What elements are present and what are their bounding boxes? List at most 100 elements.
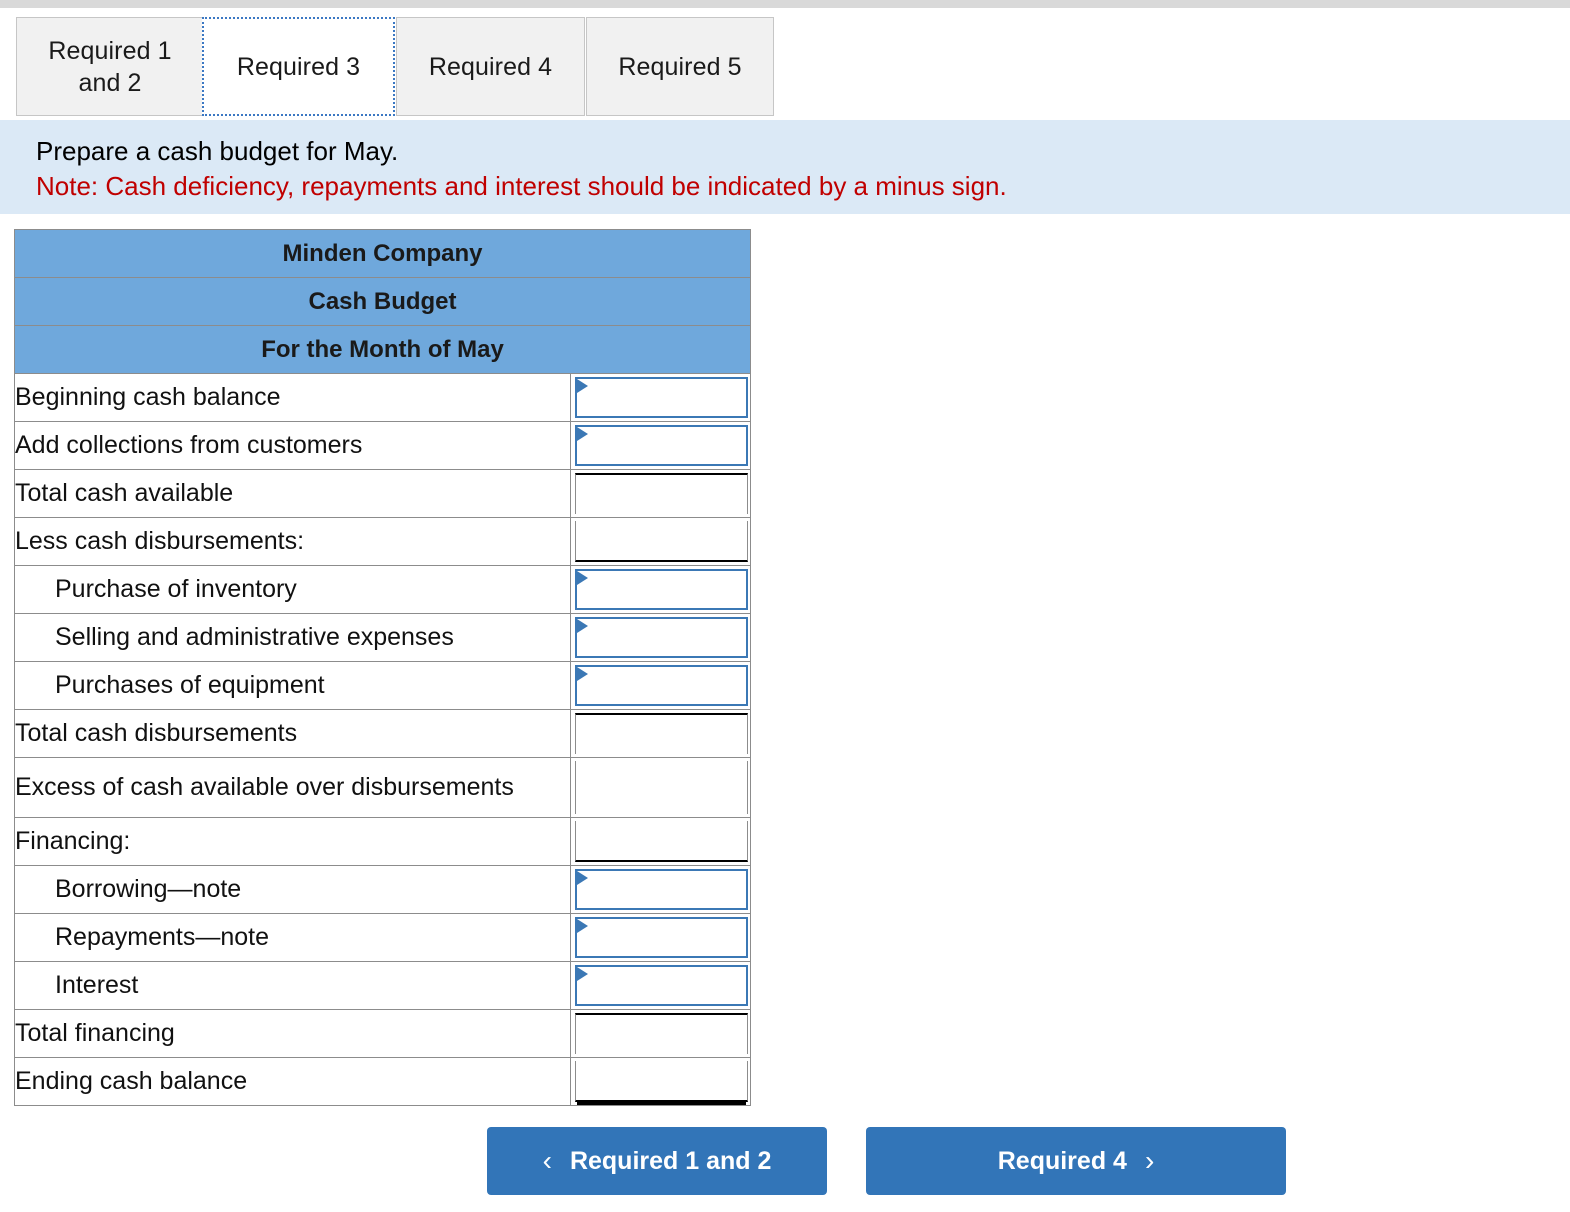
amount-input[interactable] — [575, 569, 749, 610]
row-label: Purchase of inventory — [14, 565, 571, 614]
prev-required-label: Required 1 and 2 — [569, 1146, 772, 1175]
amount-input[interactable] — [575, 965, 749, 1006]
amount-value — [577, 667, 746, 675]
next-required-button[interactable]: Required 4 › — [866, 1127, 1286, 1195]
computed-amount — [575, 473, 749, 514]
amount-value — [576, 761, 747, 769]
row-value-cell — [569, 1009, 752, 1058]
row-label: Ending cash balance — [14, 1057, 571, 1106]
table-header-row: Cash Budget — [13, 277, 752, 326]
tab-required-5[interactable]: Required 5 — [586, 17, 774, 116]
table-row: Purchase of inventory — [14, 565, 752, 614]
row-value-cell — [569, 517, 752, 566]
tab-required-1-and-2[interactable]: Required 1 and 2 — [16, 17, 204, 116]
computed-amount — [575, 821, 749, 862]
tab-bar: Required 1 and 2 Required 3 Required 4 R… — [0, 17, 1570, 120]
top-gray-strip — [0, 0, 1570, 8]
table-title-line: Cash Budget — [13, 277, 752, 326]
cash-budget-table: Minden Company Cash Budget For the Month o… — [13, 229, 752, 1106]
amount-input[interactable] — [575, 425, 749, 466]
cell-marker-icon — [577, 619, 588, 633]
table-row: Interest — [14, 961, 752, 1010]
row-label: Financing: — [14, 817, 571, 866]
amount-input[interactable] — [575, 617, 749, 658]
table-row: Purchases of equipment — [14, 661, 752, 710]
row-label: Beginning cash balance — [14, 373, 571, 422]
row-value-cell[interactable] — [569, 565, 752, 614]
row-value-cell[interactable] — [569, 865, 752, 914]
amount-value — [576, 1015, 747, 1023]
table-row: Selling and administrative expenses — [14, 613, 752, 662]
instruction-prompt: Prepare a cash budget for May. — [36, 136, 399, 166]
computed-amount — [575, 521, 749, 562]
row-value-cell[interactable] — [569, 913, 752, 962]
amount-value — [577, 619, 746, 627]
prev-required-button[interactable]: ‹ Required 1 and 2 — [487, 1127, 827, 1195]
computed-amount — [575, 761, 749, 814]
table-header-row: Minden Company — [13, 229, 752, 278]
cell-marker-icon — [577, 667, 588, 681]
row-value-cell[interactable] — [569, 373, 752, 422]
amount-value — [576, 1061, 747, 1069]
table-row: Repayments—note — [14, 913, 752, 962]
table-row: Total financing — [14, 1009, 752, 1058]
row-label: Borrowing—note — [14, 865, 571, 914]
computed-amount — [575, 713, 749, 754]
amount-input[interactable] — [575, 917, 749, 958]
tab-required-4[interactable]: Required 4 — [396, 17, 585, 116]
amount-input[interactable] — [575, 869, 749, 910]
cell-marker-icon — [577, 379, 588, 393]
amount-value — [577, 967, 746, 975]
row-label: Repayments—note — [14, 913, 571, 962]
table-header-row: For the Month of May — [13, 325, 752, 374]
table-row: Financing: — [14, 817, 752, 866]
tab-required-3[interactable]: Required 3 — [202, 17, 395, 116]
row-label: Purchases of equipment — [14, 661, 571, 710]
amount-input[interactable] — [575, 377, 749, 418]
row-value-cell[interactable] — [569, 661, 752, 710]
row-label: Add collections from customers — [14, 421, 571, 470]
cell-marker-icon — [577, 571, 588, 585]
cell-marker-icon — [577, 919, 588, 933]
table-row: Add collections from customers — [14, 421, 752, 470]
row-label: Total cash disbursements — [14, 709, 571, 758]
row-label: Interest — [14, 961, 571, 1010]
table-row: Beginning cash balance — [14, 373, 752, 422]
amount-input[interactable] — [575, 665, 749, 706]
table-row: Ending cash balance — [14, 1057, 752, 1106]
table-row: Borrowing—note — [14, 865, 752, 914]
table-row: Less cash disbursements: — [14, 517, 752, 566]
tab-label: Required 4 — [428, 52, 553, 81]
next-required-label: Required 4 — [997, 1146, 1127, 1175]
row-value-cell — [569, 757, 752, 818]
row-value-cell — [569, 709, 752, 758]
row-label: Less cash disbursements: — [14, 517, 571, 566]
computed-amount — [575, 1013, 749, 1054]
table-row: Total cash disbursements — [14, 709, 752, 758]
cell-marker-icon — [577, 427, 588, 441]
cell-marker-icon — [577, 871, 588, 885]
computed-amount — [575, 1061, 749, 1102]
amount-value — [577, 571, 746, 579]
table-row: Excess of cash available over disburseme… — [14, 757, 752, 818]
tab-label: Required 1 and 2 — [48, 36, 172, 97]
row-value-cell — [569, 817, 752, 866]
row-value-cell[interactable] — [569, 961, 752, 1010]
table-title-line: For the Month of May — [13, 325, 752, 374]
amount-value — [576, 715, 747, 723]
row-label: Total financing — [14, 1009, 571, 1058]
amount-value — [576, 475, 747, 483]
tab-label: Required 3 — [236, 52, 361, 81]
row-label: Selling and administrative expenses — [14, 613, 571, 662]
row-label: Excess of cash available over disburseme… — [14, 757, 571, 818]
row-value-cell — [569, 1057, 752, 1106]
row-value-cell — [569, 469, 752, 518]
amount-value — [576, 821, 747, 829]
row-value-cell[interactable] — [569, 421, 752, 470]
amount-value — [577, 919, 746, 927]
table-row: Total cash available — [14, 469, 752, 518]
amount-value — [576, 521, 747, 529]
table-title-line: Minden Company — [13, 229, 752, 278]
row-value-cell[interactable] — [569, 613, 752, 662]
instruction-banner: Prepare a cash budget for May. Note: Cas… — [0, 120, 1570, 214]
